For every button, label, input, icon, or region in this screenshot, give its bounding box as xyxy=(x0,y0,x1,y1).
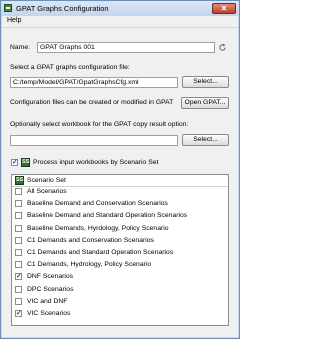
scenario-checkbox[interactable] xyxy=(15,188,22,195)
scenario-checkbox[interactable] xyxy=(15,297,22,305)
menu-bar: Help xyxy=(2,16,238,28)
gpat-graphs-configuration-window: GPAT Graphs Configuration ✕ Help Name: G… xyxy=(0,0,240,339)
scenario-checkbox[interactable] xyxy=(15,261,22,269)
scenario-checkbox[interactable]: ✓ xyxy=(15,310,22,317)
scenario-set-row[interactable]: C1 Demands and Conservation Scenarios xyxy=(12,236,228,246)
scenario-set-row[interactable]: All Scenarios xyxy=(12,187,228,197)
menu-help[interactable]: Help xyxy=(7,17,21,24)
name-input[interactable]: GPAT Graphs 001 xyxy=(37,42,215,53)
scenario-set-row[interactable]: C1 Demands and Standard Operation Scenar… xyxy=(12,248,228,258)
scenario-set-row[interactable]: DPC Scenarios xyxy=(12,285,228,295)
scenario-set-row[interactable]: ✓ DNF Scenarios xyxy=(12,272,228,282)
scenario-set-header: SS Scenario Set xyxy=(12,175,228,187)
scenario-checkbox[interactable] xyxy=(15,249,22,256)
scenario-set-row[interactable]: C1 Demands, Hydrology, Policy Scenario xyxy=(12,260,228,270)
scenario-set-header-icon: SS xyxy=(15,176,24,185)
workbook-select-button[interactable]: Select... xyxy=(182,134,229,146)
scenario-label: C1 Demands, Hydrology, Policy Scenario xyxy=(27,261,152,269)
scenario-label: All Scenarios xyxy=(27,188,67,195)
workbook-input[interactable] xyxy=(10,135,178,146)
scenario-checkbox[interactable] xyxy=(15,236,22,244)
scenario-checkbox[interactable] xyxy=(15,224,22,232)
scenario-label: Baseline Demands, Hyrdology, Policy Scen… xyxy=(27,224,169,232)
scenario-checkbox[interactable]: ✓ xyxy=(15,273,22,281)
scenario-set-row[interactable]: Baseline Demand and Standard Operation S… xyxy=(12,211,228,221)
config-file-label: Select a GPAT graphs configuration file: xyxy=(10,64,130,71)
scenario-set-row[interactable]: Baseline Demand and Conservation Scenari… xyxy=(12,199,228,209)
open-gpat-button[interactable]: Open GPAT... xyxy=(181,97,229,109)
scenario-set-row[interactable]: ✓ VIC Scenarios xyxy=(12,309,228,319)
scenario-set-icon: SS xyxy=(21,158,30,167)
process-by-scenario-set-checkbox[interactable]: ✓ xyxy=(11,159,18,166)
scenario-checkbox[interactable] xyxy=(15,285,22,293)
scenario-set-list[interactable]: SS Scenario Set All Scenarios Baseline De… xyxy=(11,174,229,326)
app-icon xyxy=(4,4,12,12)
process-by-scenario-set-label: Process input workbooks by Scenario Set xyxy=(33,159,159,166)
config-file-input[interactable]: C:/temp/Model/GPAT/GpatGraphsCfg.xml xyxy=(10,77,178,88)
scenario-set-row[interactable]: Baseline Demands, Hyrdology, Policy Scen… xyxy=(12,224,228,234)
scenario-label: C1 Demands and Conservation Scenarios xyxy=(27,236,154,244)
close-button[interactable]: ✕ xyxy=(212,3,236,14)
scenario-label: C1 Demands and Standard Operation Scenar… xyxy=(27,249,174,256)
scenario-set-header-label: Scenario Set xyxy=(27,177,66,184)
scenario-checkbox[interactable] xyxy=(15,212,22,220)
scenario-checkbox[interactable] xyxy=(15,200,22,208)
workbook-label: Optionally select workbook for the GPAT … xyxy=(10,121,189,128)
config-select-button[interactable]: Select... xyxy=(182,76,229,88)
scenario-label: DNF Scenarios xyxy=(27,273,74,281)
scenario-label: VIC Scenarios xyxy=(27,310,71,317)
scenario-label: Baseline Demand and Standard Operation S… xyxy=(27,212,188,220)
scenario-label: DPC Scenarios xyxy=(27,285,74,293)
scenario-set-row[interactable]: VIC and DNF xyxy=(12,297,228,307)
title-bar[interactable]: GPAT Graphs Configuration ✕ xyxy=(1,1,239,16)
window-title: GPAT Graphs Configuration xyxy=(16,4,109,13)
refresh-icon[interactable] xyxy=(218,43,227,52)
config-note: Configuration files can be created or mo… xyxy=(10,99,174,106)
dialog-body: Name: GPAT Graphs 001 Select a GPAT grap… xyxy=(2,28,238,337)
name-label: Name: xyxy=(10,44,31,51)
scenario-label: VIC and DNF xyxy=(27,297,68,305)
scenario-label: Baseline Demand and Conservation Scenari… xyxy=(27,200,168,208)
